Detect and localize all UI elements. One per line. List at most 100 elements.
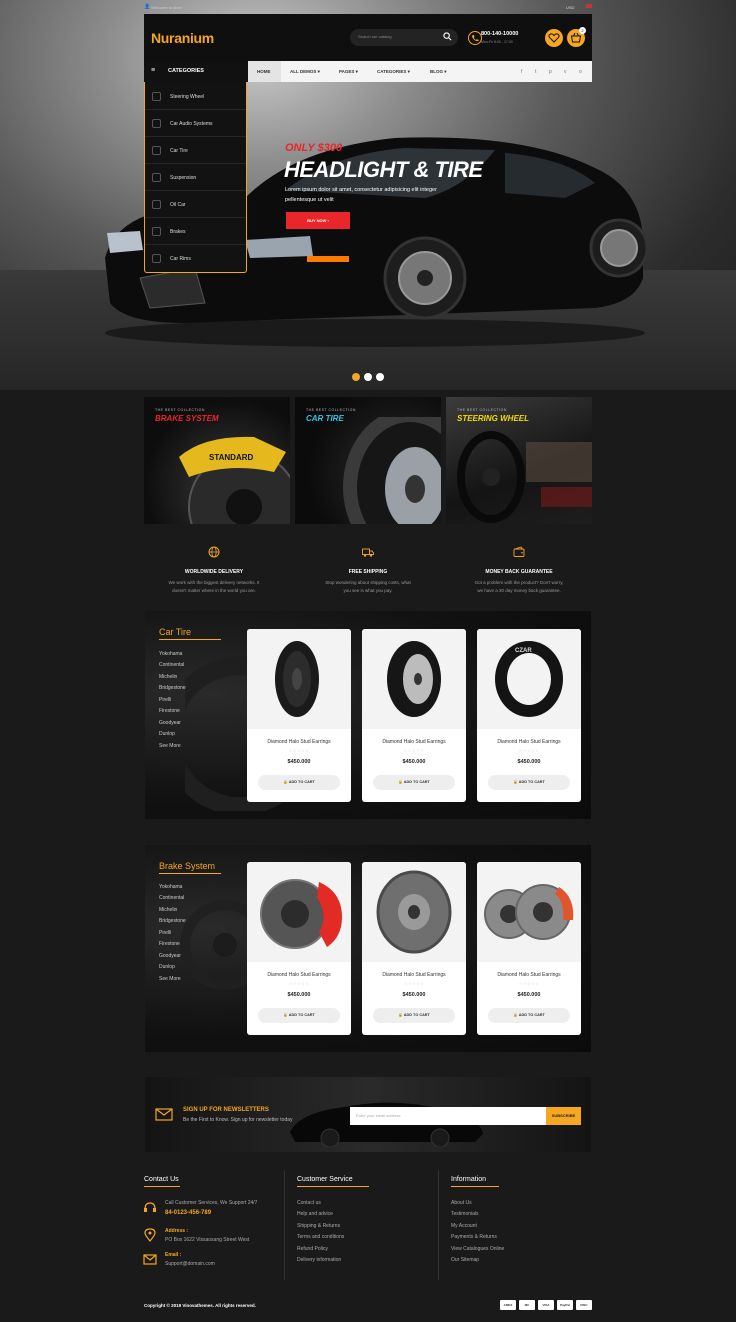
twitter-icon[interactable]: t [535,69,536,75]
brand-link[interactable]: Michelin [159,907,177,913]
brand-link[interactable]: Yokohama [159,651,182,657]
category-item-audio[interactable]: Car Audio Systems [145,110,246,137]
product-card[interactable]: Diamond Halo Stud Earrings ☆☆☆☆☆ $450.00… [477,862,581,1035]
feature-desc-line1: We work with the biggest delivery networ… [168,580,260,585]
product-card[interactable]: Diamond Halo Stud Earrings ☆☆☆☆☆ $450.00… [247,629,351,802]
banner-brake-system[interactable]: STANDARD THE BEST COLLECTION BRAKE SYSTE… [144,397,290,524]
brand-link[interactable]: Bridgestone [159,918,186,924]
category-item-oil[interactable]: Oil Car [145,191,246,218]
nav-all-demos[interactable]: ALL DEMOS ▾ [290,69,320,75]
product-name[interactable]: Diamond Halo Stud Earrings [247,972,351,978]
see-more-link[interactable]: See More [159,743,181,749]
nav-categories[interactable]: CATEGORIES ▾ [377,69,410,75]
product-image[interactable] [362,862,466,962]
oil-icon [152,200,161,209]
banner-car-tire[interactable]: THE BEST COLLECTION CAR TIRE [295,397,441,524]
brand-link[interactable]: Dunlop [159,964,175,970]
footer-link[interactable]: Shipping & Returns [297,1223,340,1229]
footer-link[interactable]: Testimonials [451,1211,479,1217]
footer-link[interactable]: Delivery information [297,1257,341,1263]
brand-link[interactable]: Bridgestone [159,685,186,691]
add-to-cart-button[interactable]: 🔒 ADD TO CART [258,775,340,790]
slider-dot-1[interactable] [352,373,360,381]
currency-select[interactable]: USD [566,5,574,10]
logo[interactable]: Nuranium [151,30,214,46]
category-item-tire[interactable]: Car Tire [145,137,246,164]
product-image[interactable] [247,862,351,962]
footer-link[interactable]: Our Sitemap [451,1257,479,1263]
add-to-cart-label: ADD TO CART [403,1013,430,1017]
brand-link[interactable]: Goodyear [159,953,181,959]
slider-dot-2[interactable] [364,373,372,381]
steering-wheel-icon [152,92,161,101]
footer-link[interactable]: View Catalogues Online [451,1246,504,1252]
footer-link[interactable]: Contact us [297,1200,321,1206]
banner-steering-wheel[interactable]: THE BEST COLLECTION STEERING WHEEL [446,397,592,524]
facebook-icon[interactable]: f [521,69,522,75]
product-name[interactable]: Diamond Halo Stud Earrings [362,739,466,745]
flag-icon[interactable] [586,4,592,8]
product-card[interactable]: Diamond Halo Stud Earrings ☆☆☆☆☆ $450.00… [247,862,351,1035]
cart-button[interactable]: 2 [567,27,586,47]
add-to-cart-button[interactable]: 🔒 ADD TO CART [488,1008,570,1023]
brand-link[interactable]: Goodyear [159,720,181,726]
footer-link[interactable]: About Us [451,1200,472,1206]
footer-link[interactable]: Payments & Returns [451,1234,497,1240]
pinterest-icon[interactable]: p [549,69,552,75]
product-image[interactable] [362,629,466,729]
footer-email[interactable]: Support@domain.com [165,1261,215,1267]
search-input[interactable]: Search our catalog [358,34,392,39]
category-item-steering-wheel[interactable]: Steering Wheel [145,83,246,110]
brake-disc-image [260,879,342,949]
brand-link[interactable]: Continental [159,662,184,668]
product-image[interactable]: CZAR [477,629,581,729]
product-name[interactable]: Diamond Halo Stud Earrings [247,739,351,745]
category-item-suspension[interactable]: Suspension [145,164,246,191]
add-to-cart-button[interactable]: 🔒 ADD TO CART [373,775,455,790]
product-card[interactable]: Diamond Halo Stud Earrings ☆☆☆☆☆ $450.00… [362,629,466,802]
category-label: Car Tire [170,148,188,154]
add-to-cart-button[interactable]: 🔒 ADD TO CART [373,1008,455,1023]
brand-link[interactable]: Dunlop [159,731,175,737]
footer-link[interactable]: Help and advice [297,1211,333,1217]
search-box[interactable]: Search our catalog [350,29,458,46]
product-image[interactable] [477,862,581,962]
product-name[interactable]: Diamond Halo Stud Earrings [477,739,581,745]
buy-now-button[interactable]: BUY NOW › [286,212,350,229]
brand-link[interactable]: Pirelli [159,697,171,703]
brand-link[interactable]: Continental [159,895,184,901]
product-card[interactable]: CZAR Diamond Halo Stud Earrings ☆☆☆☆☆ $4… [477,629,581,802]
category-item-brakes[interactable]: Brakes [145,218,246,245]
product-image[interactable] [247,629,351,729]
product-name[interactable]: Diamond Halo Stud Earrings [362,972,466,978]
instagram-icon[interactable]: o [579,69,582,75]
add-to-cart-button[interactable]: 🔒 ADD TO CART [488,775,570,790]
nav-pages[interactable]: PAGES ▾ [339,69,358,75]
category-item-rims[interactable]: Car Rims [145,245,246,272]
categories-toggle[interactable]: ≡ CATEGORIES [144,61,248,82]
newsletter-email-input[interactable]: Enter your email address [350,1107,546,1125]
see-more-link[interactable]: See More [159,976,181,982]
brand-link[interactable]: Michelin [159,674,177,680]
footer-link[interactable]: My Account [451,1223,477,1229]
nav-blog[interactable]: BLOG ▾ [430,69,447,75]
brand-link[interactable]: Firestone [159,941,180,947]
banner-title: STEERING WHEEL [457,414,530,423]
brand-link[interactable]: Yokohama [159,884,182,890]
product-name[interactable]: Diamond Halo Stud Earrings [477,972,581,978]
product-card[interactable]: Diamond Halo Stud Earrings ☆☆☆☆☆ $450.00… [362,862,466,1035]
brand-link[interactable]: Pirelli [159,930,171,936]
category-label: Car Rims [170,256,191,262]
nav-all-demos-label: ALL DEMOS [290,69,317,74]
subscribe-button[interactable]: SUBSCRIBE [546,1107,581,1125]
footer-link[interactable]: Refund Policy [297,1246,328,1252]
search-icon[interactable] [443,32,452,41]
add-to-cart-button[interactable]: 🔒 ADD TO CART [258,1008,340,1023]
footer-link[interactable]: Terms and conditions [297,1234,344,1240]
nav-home[interactable]: HOME [257,69,271,74]
wishlist-button[interactable] [545,29,563,47]
brand-link[interactable]: Firestone [159,708,180,714]
vimeo-icon[interactable]: v [564,69,567,75]
product-rating: ☆☆☆☆☆ [403,981,425,986]
slider-dot-3[interactable] [376,373,384,381]
